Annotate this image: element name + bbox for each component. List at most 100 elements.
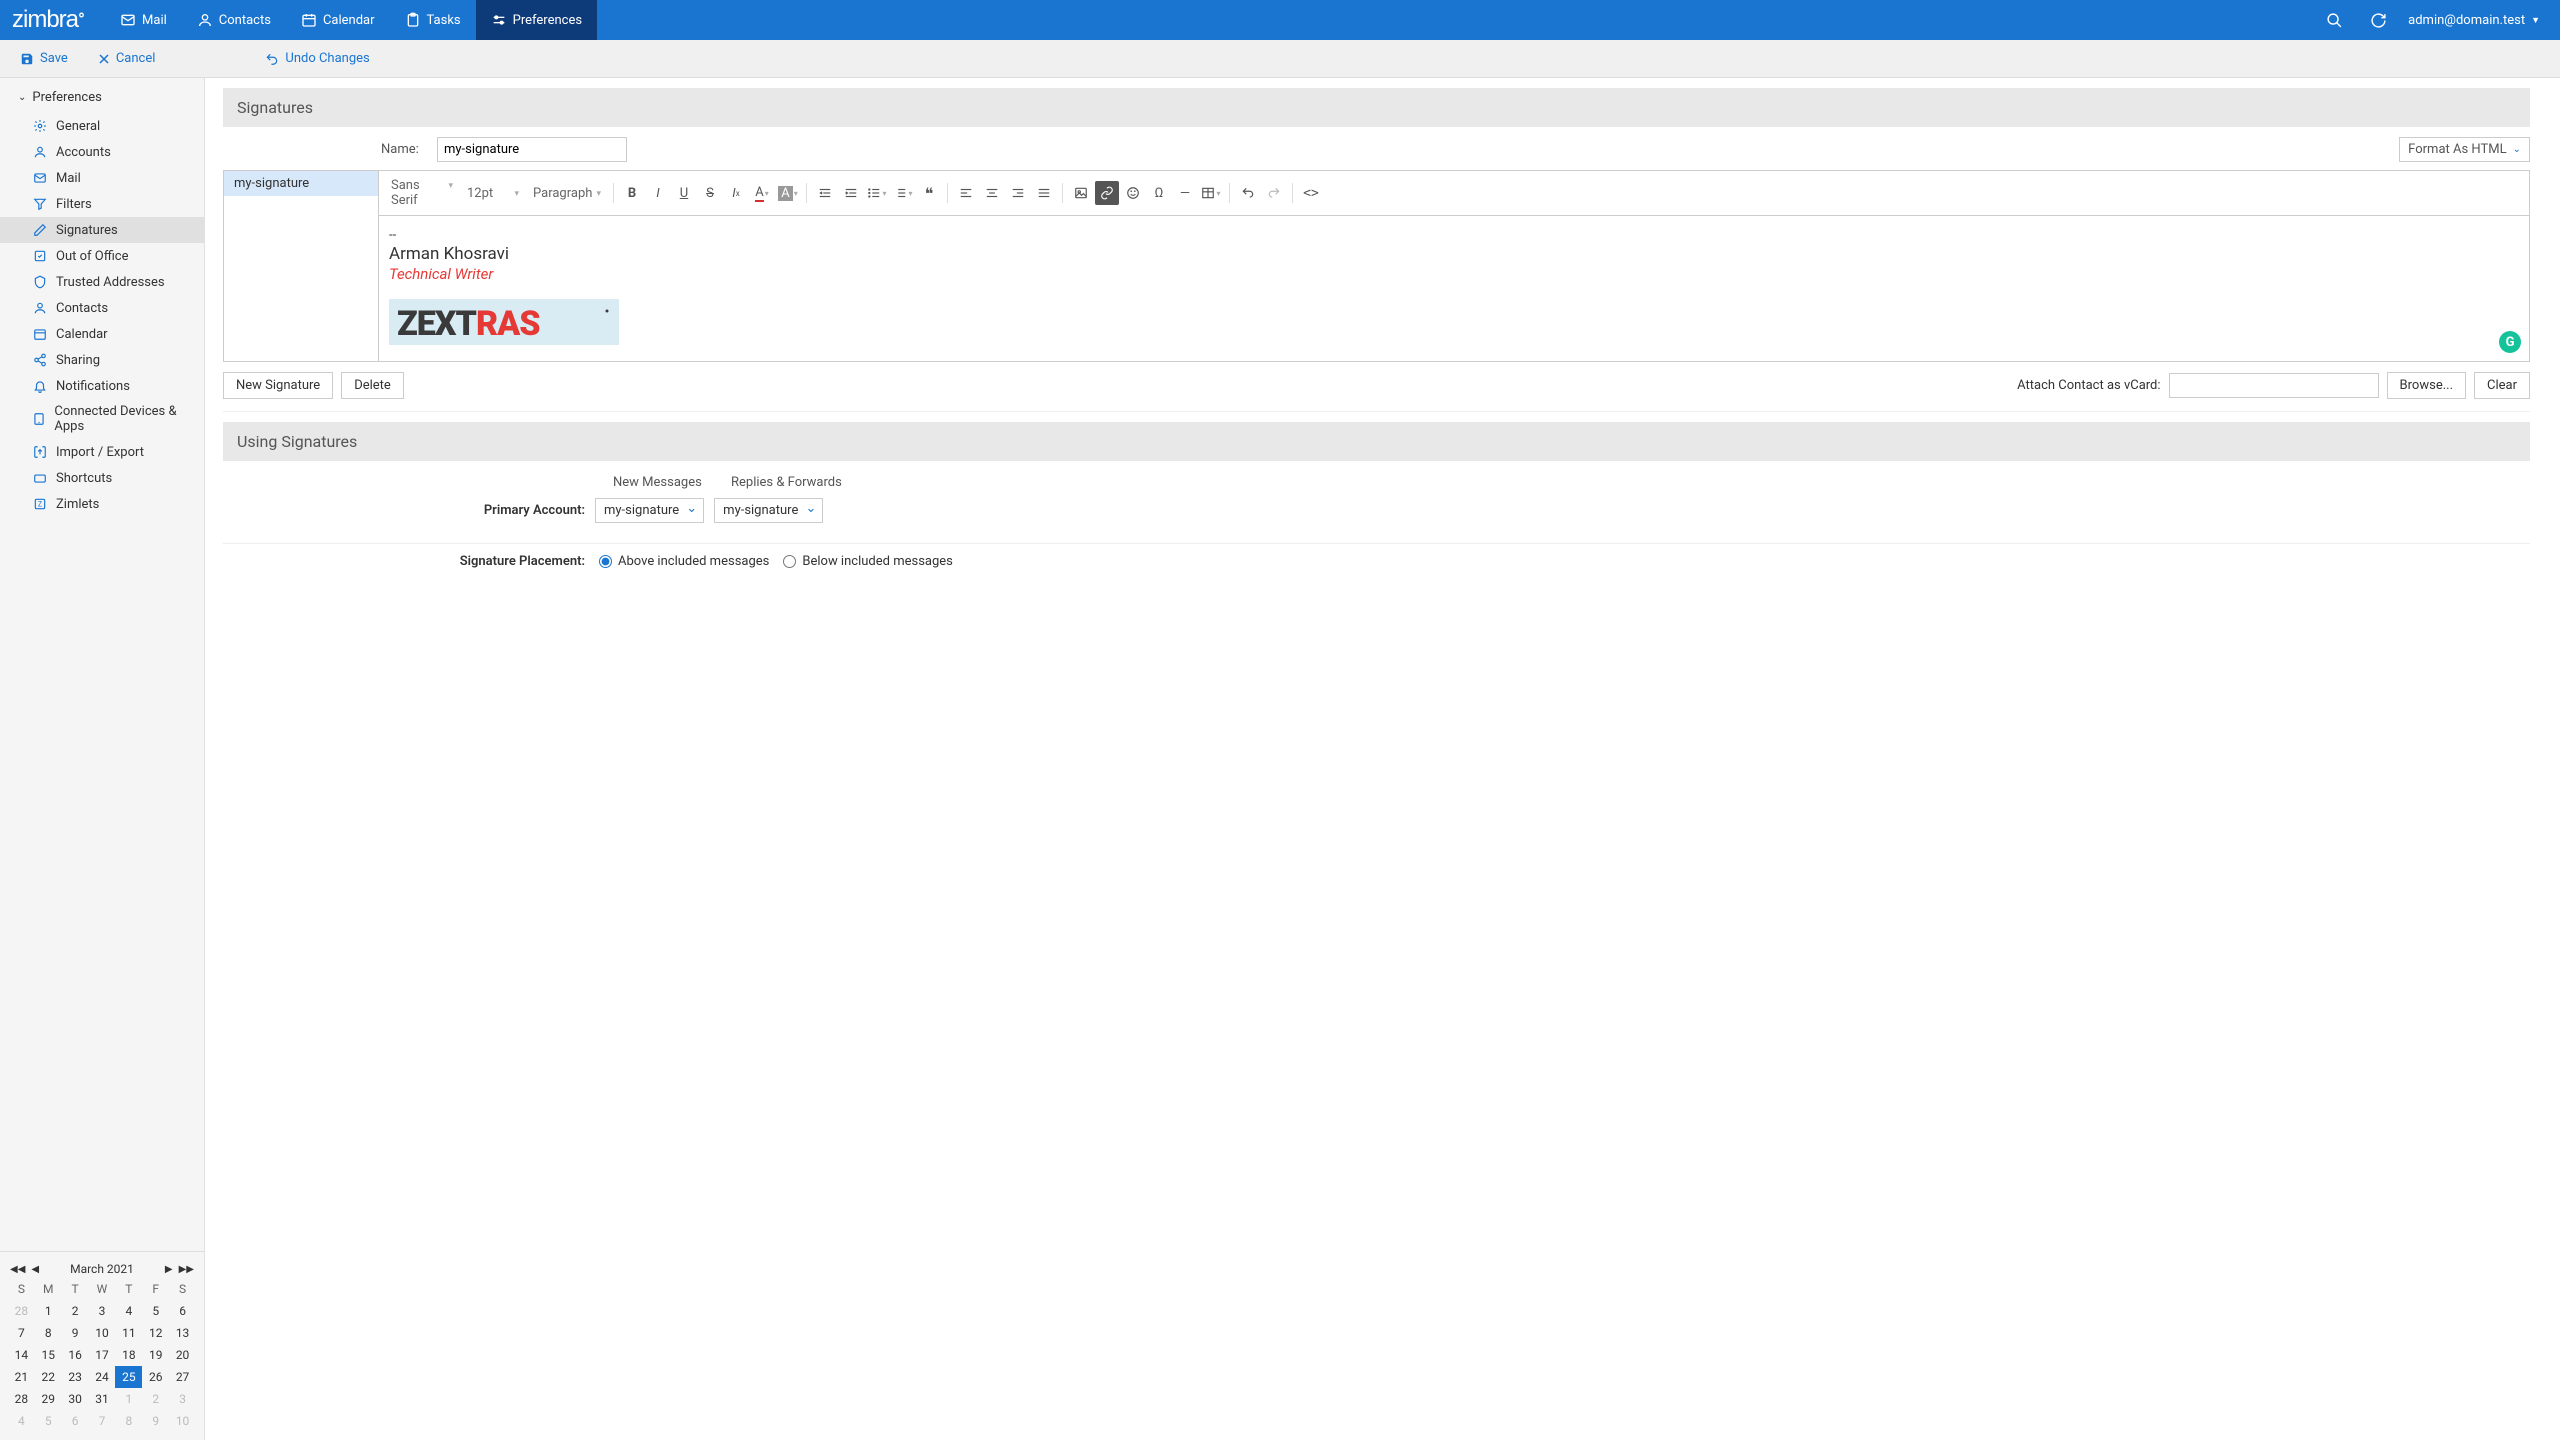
indent-icon[interactable]: [839, 181, 863, 205]
new-msg-signature-select[interactable]: my-signature: [595, 498, 704, 523]
cal-day[interactable]: 6: [62, 1410, 89, 1432]
search-icon[interactable]: [2324, 10, 2344, 30]
cal-day[interactable]: 5: [142, 1300, 169, 1322]
cal-day[interactable]: 27: [169, 1366, 196, 1388]
cal-day[interactable]: 9: [62, 1322, 89, 1344]
cal-prev-year[interactable]: ◀◀: [8, 1264, 27, 1275]
sidebar-item-calendar[interactable]: Calendar: [0, 321, 204, 347]
bold-icon[interactable]: B: [620, 181, 644, 205]
cal-day[interactable]: 4: [8, 1410, 35, 1432]
editor-body[interactable]: -- Arman Khosravi Technical Writer ZEXTR…: [379, 216, 2530, 362]
emoji-icon[interactable]: [1121, 181, 1145, 205]
cal-day[interactable]: 18: [115, 1344, 142, 1366]
cal-day[interactable]: 31: [89, 1388, 116, 1410]
clear-button[interactable]: Clear: [2474, 372, 2530, 399]
special-char-icon[interactable]: Ω: [1147, 181, 1171, 205]
tab-calendar[interactable]: Calendar: [286, 0, 390, 40]
clear-format-icon[interactable]: Ix: [724, 181, 748, 205]
tab-tasks[interactable]: Tasks: [390, 0, 476, 40]
cal-day[interactable]: 24: [89, 1366, 116, 1388]
browse-button[interactable]: Browse...: [2387, 372, 2466, 399]
strike-icon[interactable]: S: [698, 181, 722, 205]
refresh-icon[interactable]: [2368, 10, 2388, 30]
cal-day[interactable]: 23: [62, 1366, 89, 1388]
vcard-input[interactable]: [2169, 373, 2379, 398]
cal-day[interactable]: 1: [35, 1300, 62, 1322]
cal-day[interactable]: 10: [169, 1410, 196, 1432]
sidebar-item-trusted-addresses[interactable]: Trusted Addresses: [0, 269, 204, 295]
text-color-icon[interactable]: A: [750, 181, 774, 205]
cal-day[interactable]: 16: [62, 1344, 89, 1366]
sidebar-item-sharing[interactable]: Sharing: [0, 347, 204, 373]
sidebar-item-shortcuts[interactable]: Shortcuts: [0, 465, 204, 491]
cal-day[interactable]: 19: [142, 1344, 169, 1366]
placement-below-option[interactable]: Below included messages: [783, 554, 953, 569]
cal-day[interactable]: 2: [142, 1388, 169, 1410]
image-icon[interactable]: [1069, 181, 1093, 205]
user-menu[interactable]: admin@domain.test ▼: [2408, 13, 2540, 28]
redo-icon[interactable]: [1262, 181, 1286, 205]
cal-day[interactable]: 10: [89, 1322, 116, 1344]
undo-button[interactable]: Undo Changes: [265, 51, 369, 66]
cal-day[interactable]: 12: [142, 1322, 169, 1344]
cal-day[interactable]: 14: [8, 1344, 35, 1366]
cal-next-year[interactable]: ▶▶: [177, 1264, 196, 1275]
quote-icon[interactable]: ❝: [917, 181, 941, 205]
cal-day[interactable]: 3: [169, 1388, 196, 1410]
tree-root[interactable]: ⌄ Preferences: [0, 82, 204, 113]
cal-day[interactable]: 9: [142, 1410, 169, 1432]
tab-mail[interactable]: Mail: [105, 0, 182, 40]
cal-day[interactable]: 5: [35, 1410, 62, 1432]
bg-color-icon[interactable]: A: [776, 181, 800, 205]
sidebar-item-filters[interactable]: Filters: [0, 191, 204, 217]
logo[interactable]: zimbra°: [12, 6, 85, 34]
placement-above-option[interactable]: Above included messages: [599, 554, 769, 569]
tab-preferences[interactable]: Preferences: [476, 0, 597, 40]
italic-icon[interactable]: I: [646, 181, 670, 205]
reply-signature-select[interactable]: my-signature: [714, 498, 823, 523]
hr-icon[interactable]: —: [1173, 181, 1197, 205]
placement-below-radio[interactable]: [783, 555, 796, 568]
cal-day[interactable]: 21: [8, 1366, 35, 1388]
cal-day[interactable]: 3: [89, 1300, 116, 1322]
align-right-icon[interactable]: [1006, 181, 1030, 205]
tab-contacts[interactable]: Contacts: [182, 0, 286, 40]
cal-day[interactable]: 28: [8, 1300, 35, 1322]
sidebar-item-mail[interactable]: Mail: [0, 165, 204, 191]
cal-day[interactable]: 28: [8, 1388, 35, 1410]
cal-day[interactable]: 2: [62, 1300, 89, 1322]
cal-next-month[interactable]: ▶: [163, 1264, 175, 1275]
sidebar-item-connected-devices-apps[interactable]: Connected Devices & Apps: [0, 399, 204, 439]
cal-day[interactable]: 8: [35, 1322, 62, 1344]
code-icon[interactable]: <>: [1299, 181, 1323, 205]
cal-day[interactable]: 11: [115, 1322, 142, 1344]
cancel-button[interactable]: Cancel: [98, 51, 156, 66]
align-center-icon[interactable]: [980, 181, 1004, 205]
sidebar-item-accounts[interactable]: Accounts: [0, 139, 204, 165]
number-list-icon[interactable]: [891, 181, 915, 205]
cal-day[interactable]: 7: [8, 1322, 35, 1344]
cal-day[interactable]: 30: [62, 1388, 89, 1410]
table-icon[interactable]: [1199, 181, 1223, 205]
cal-day[interactable]: 4: [115, 1300, 142, 1322]
align-left-icon[interactable]: [954, 181, 978, 205]
sidebar-item-general[interactable]: General: [0, 113, 204, 139]
cal-day[interactable]: 1: [115, 1388, 142, 1410]
cal-day[interactable]: 7: [89, 1410, 116, 1432]
sidebar-item-notifications[interactable]: Notifications: [0, 373, 204, 399]
cal-day[interactable]: 25: [115, 1366, 142, 1388]
font-select[interactable]: Sans Serif: [385, 175, 459, 211]
sidebar-item-out-of-office[interactable]: Out of Office: [0, 243, 204, 269]
underline-icon[interactable]: U: [672, 181, 696, 205]
cal-day[interactable]: 8: [115, 1410, 142, 1432]
signature-list-item[interactable]: my-signature: [224, 171, 378, 196]
bullet-list-icon[interactable]: [865, 181, 889, 205]
cal-day[interactable]: 26: [142, 1366, 169, 1388]
size-select[interactable]: 12pt: [461, 183, 525, 204]
delete-signature-button[interactable]: Delete: [341, 372, 404, 399]
link-icon[interactable]: [1095, 181, 1119, 205]
cal-day[interactable]: 20: [169, 1344, 196, 1366]
align-justify-icon[interactable]: [1032, 181, 1056, 205]
cal-day[interactable]: 6: [169, 1300, 196, 1322]
placement-above-radio[interactable]: [599, 555, 612, 568]
